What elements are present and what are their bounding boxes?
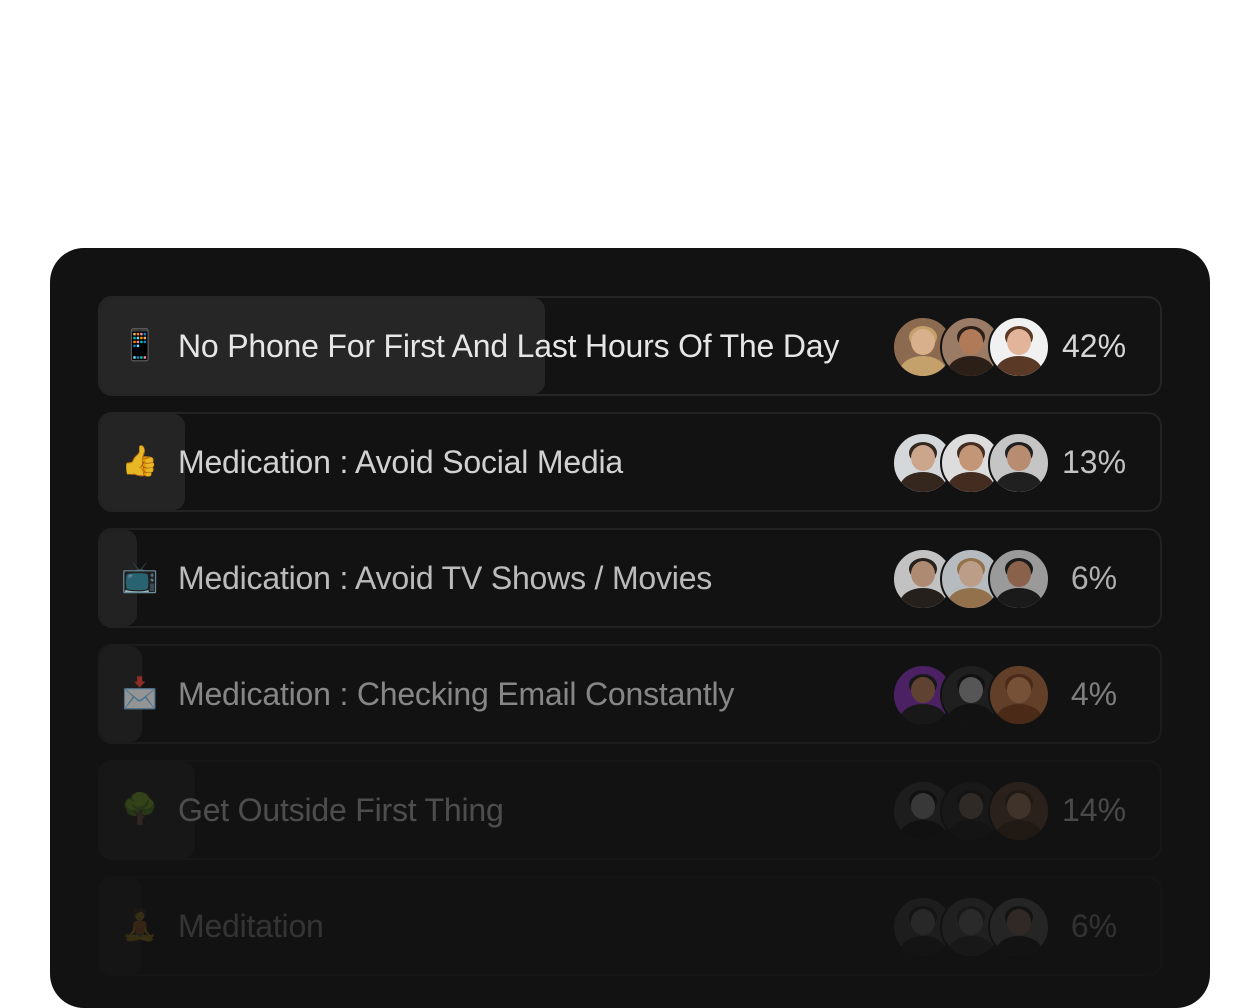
vote-percentage: 13% bbox=[1061, 443, 1127, 480]
voter-avatars bbox=[892, 316, 1052, 378]
vote-percentage: 6% bbox=[1070, 907, 1118, 944]
poll-option-row[interactable]: 📺 Medication : Avoid TV Shows / Movies 6% bbox=[98, 528, 1162, 628]
poll-option-label: Medication : Avoid Social Media bbox=[178, 443, 624, 480]
poll-option-row[interactable]: 🧘 Meditation 6% bbox=[98, 876, 1162, 976]
inbox-envelope-icon: 📩 bbox=[121, 677, 159, 710]
poll-option-label: Medication : Avoid TV Shows / Movies bbox=[178, 559, 713, 596]
poll-option-label: Meditation bbox=[178, 907, 324, 944]
vote-percentage: 6% bbox=[1070, 559, 1118, 596]
vote-percentage: 14% bbox=[1061, 791, 1127, 828]
avatar bbox=[988, 548, 1050, 610]
vote-percentage: 4% bbox=[1070, 675, 1118, 712]
avatar bbox=[988, 432, 1050, 494]
avatar bbox=[988, 780, 1050, 842]
mobile-phone-icon: 📱 bbox=[121, 329, 159, 362]
television-icon: 📺 bbox=[121, 561, 159, 594]
avatar bbox=[988, 664, 1050, 726]
poll-option-row[interactable]: 🌳 Get Outside First Thing 14% bbox=[98, 760, 1162, 860]
voter-avatars bbox=[892, 548, 1052, 610]
poll-option-row[interactable]: 👍 Medication : Avoid Social Media 13% bbox=[98, 412, 1162, 512]
voter-avatars bbox=[892, 432, 1052, 494]
vote-percentage: 42% bbox=[1061, 327, 1127, 364]
meditation-person-icon: 🧘 bbox=[121, 909, 159, 942]
voter-avatars bbox=[892, 896, 1052, 958]
poll-option-label: Medication : Checking Email Constantly bbox=[178, 675, 735, 712]
voter-avatars bbox=[892, 780, 1052, 842]
poll-option-row[interactable]: 📩 Medication : Checking Email Constantly 4… bbox=[98, 644, 1162, 744]
thumbs-up-icon: 👍 bbox=[121, 445, 159, 478]
avatar bbox=[988, 316, 1050, 378]
poll-options-list: 📱 No Phone For First And Last Hours Of Th… bbox=[98, 296, 1162, 992]
voter-avatars bbox=[892, 664, 1052, 726]
poll-results-panel: 📱 No Phone For First And Last Hours Of Th… bbox=[50, 248, 1210, 1008]
avatar bbox=[988, 896, 1050, 958]
poll-option-label: Get Outside First Thing bbox=[178, 791, 504, 828]
poll-option-row[interactable]: 📱 No Phone For First And Last Hours Of Th… bbox=[98, 296, 1162, 396]
poll-option-label: No Phone For First And Last Hours Of The… bbox=[178, 327, 840, 364]
tree-icon: 🌳 bbox=[121, 793, 159, 826]
